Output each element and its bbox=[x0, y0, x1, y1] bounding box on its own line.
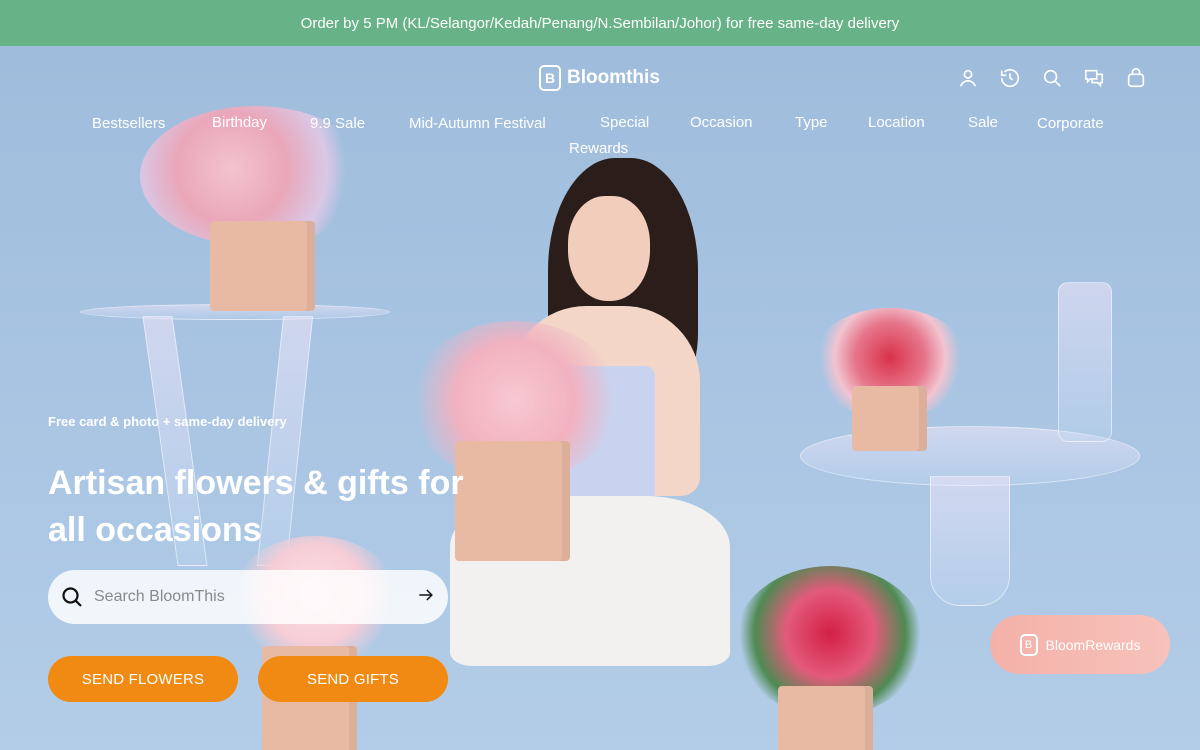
brand-name: Bloomthis bbox=[567, 67, 660, 88]
hero-copy: Free card & photo + same-day delivery Ar… bbox=[48, 414, 464, 549]
nav-item-location[interactable]: Location bbox=[868, 114, 925, 131]
user-icon[interactable] bbox=[956, 66, 980, 90]
gift-box bbox=[210, 221, 315, 311]
search-input[interactable] bbox=[94, 588, 416, 606]
announcement-bar: Order by 5 PM (KL/Selangor/Kedah/Penang/… bbox=[0, 0, 1200, 46]
hero-headline: Artisan flowers & gifts for all occasion… bbox=[48, 464, 464, 549]
header-icons bbox=[956, 66, 1148, 90]
search-icon[interactable] bbox=[1040, 66, 1064, 90]
bloomrewards-button[interactable]: B BloomRewards bbox=[990, 615, 1170, 674]
table-base bbox=[930, 476, 1010, 606]
arrow-right-icon[interactable] bbox=[416, 585, 436, 610]
nav-item-special[interactable]: Special bbox=[600, 114, 649, 131]
brand-logo[interactable]: B Bloomthis bbox=[539, 65, 660, 91]
nav-item-type[interactable]: Type bbox=[795, 114, 828, 131]
send-gifts-button[interactable]: SEND GIFTS bbox=[258, 656, 448, 702]
send-flowers-button[interactable]: SEND FLOWERS bbox=[48, 656, 238, 702]
chat-icon[interactable] bbox=[1082, 66, 1106, 90]
gift-box bbox=[778, 686, 873, 750]
nav-item-corporate[interactable]: Corporate bbox=[1037, 115, 1104, 132]
nav-item-occasion[interactable]: Occasion bbox=[690, 114, 753, 131]
announcement-text: Order by 5 PM (KL/Selangor/Kedah/Penang/… bbox=[300, 14, 900, 32]
gift-box bbox=[455, 441, 570, 561]
bloomthis-logo-icon: B bbox=[1019, 633, 1038, 656]
nav-item-sale[interactable]: Sale bbox=[968, 114, 998, 131]
hero-kicker: Free card & photo + same-day delivery bbox=[48, 414, 287, 429]
site-header: B Bloomthis Bestsellers Birthday 9.9 Sal… bbox=[0, 46, 1200, 166]
history-icon[interactable] bbox=[998, 66, 1022, 90]
hero-search-bar[interactable] bbox=[48, 570, 448, 624]
nav-item-sale-99[interactable]: 9.9 Sale bbox=[310, 115, 365, 132]
nav-item-bestsellers[interactable]: Bestsellers bbox=[92, 115, 165, 132]
nav-item-birthday[interactable]: Birthday bbox=[212, 114, 267, 131]
bag-icon[interactable] bbox=[1124, 66, 1148, 90]
search-icon bbox=[62, 587, 82, 607]
glass-bottle bbox=[1058, 282, 1112, 442]
gift-box bbox=[852, 386, 927, 451]
model-face bbox=[568, 196, 650, 301]
bloomrewards-label: BloomRewards bbox=[1045, 636, 1141, 653]
nav-item-mid-autumn-festival[interactable]: Mid-Autumn Festival bbox=[409, 115, 546, 132]
nav-item-rewards[interactable]: Rewards bbox=[569, 140, 628, 157]
bloomthis-logo-icon: B bbox=[539, 65, 561, 91]
